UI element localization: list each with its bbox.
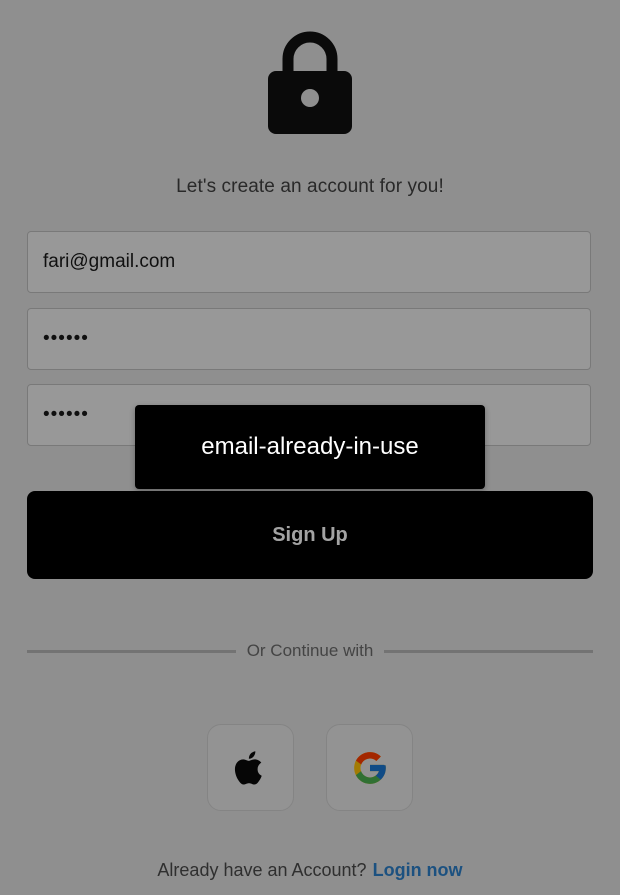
- error-snackbar: email-already-in-use: [135, 405, 485, 489]
- snackbar-message: email-already-in-use: [201, 433, 419, 460]
